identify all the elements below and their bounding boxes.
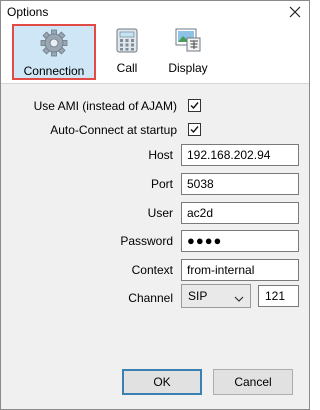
chevron-down-icon	[234, 292, 244, 306]
options-toolbar: Connection Call Display	[1, 23, 309, 84]
context-input[interactable]: from-internal	[181, 259, 299, 281]
user-label: User	[147, 206, 173, 220]
gear-icon	[39, 29, 69, 57]
tab-display[interactable]: Display	[159, 23, 217, 79]
tab-call[interactable]: Call	[101, 23, 153, 79]
port-input[interactable]: 5038	[181, 173, 299, 195]
auto-connect-label: Auto-Connect at startup	[50, 123, 177, 137]
use-ami-row: Use AMI (instead of AJAM)	[13, 98, 201, 116]
tab-connection-label: Connection	[23, 64, 85, 78]
auto-connect-checkbox[interactable]	[188, 123, 201, 136]
cancel-button[interactable]: Cancel	[213, 369, 293, 395]
host-input[interactable]: 192.168.202.94	[181, 144, 299, 166]
password-input[interactable]: ●●●●	[181, 230, 299, 252]
tab-connection[interactable]: Connection	[12, 24, 96, 80]
options-dialog: Options Connection Call Display Use AMI …	[0, 0, 310, 410]
user-input[interactable]: ac2d	[181, 202, 299, 224]
host-label: Host	[148, 148, 173, 162]
channel-type-select[interactable]: SIP	[181, 284, 251, 308]
title-bar: Options	[1, 1, 309, 23]
calculator-icon	[112, 26, 142, 54]
ok-button[interactable]: OK	[122, 369, 202, 395]
password-label: Password	[120, 234, 173, 248]
tab-display-label: Display	[168, 61, 208, 75]
use-ami-label: Use AMI (instead of AJAM)	[33, 99, 177, 113]
close-icon[interactable]	[287, 2, 303, 20]
auto-connect-row: Auto-Connect at startup	[13, 122, 201, 140]
tab-call-label: Call	[116, 61, 138, 75]
display-icon	[173, 26, 203, 54]
window-title: Options	[7, 5, 49, 19]
context-label: Context	[131, 263, 173, 277]
port-label: Port	[150, 177, 173, 191]
channel-type-value: SIP	[188, 289, 208, 303]
channel-label: Channel	[128, 291, 173, 305]
channel-extension-input[interactable]: 121	[258, 285, 299, 307]
use-ami-checkbox[interactable]	[188, 99, 201, 112]
